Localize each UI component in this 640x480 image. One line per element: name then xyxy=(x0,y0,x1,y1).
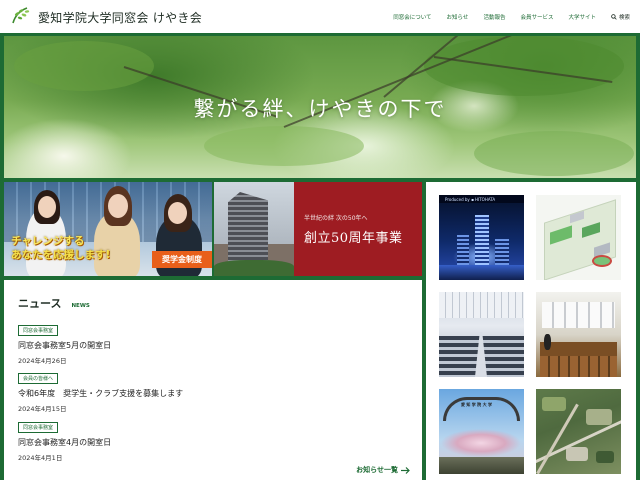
gallery-thumb-campus-map[interactable] xyxy=(536,195,621,280)
news-subtitle: NEWS xyxy=(71,303,90,309)
gallery-thumb-night-campus[interactable]: Produced by ▪ HITOHATA xyxy=(439,195,524,280)
news-category-tag[interactable]: 会員の皆様へ xyxy=(18,373,59,384)
keyaki-leaf-logo-icon[interactable] xyxy=(10,6,32,26)
nav-news[interactable]: お知らせ xyxy=(447,13,469,21)
news-item-title[interactable]: 同窓会事務室5月の開室日 xyxy=(18,340,111,351)
news-item: 会員の皆様へ 令和6年度 奨学生・クラブ支援を募集します 2024年4月15日 xyxy=(18,365,183,413)
news-list-link[interactable]: お知らせ一覧 xyxy=(356,465,410,475)
thumb-brand-text: Produced by ▪ HITOHATA xyxy=(445,197,496,202)
scholarship-headline: チャレンジする あなたを応援します! xyxy=(11,234,110,262)
search-label: 検索 xyxy=(618,15,630,21)
nav-member-services[interactable]: 会員サービス xyxy=(520,13,553,21)
gallery-thumb-university-gate[interactable]: 愛 知 学 院 大 学 xyxy=(439,389,524,474)
gallery-thumb-classroom[interactable] xyxy=(536,292,621,377)
site-header: 愛知学院大学同窓会 けやき会 同窓会について お知らせ 活動報告 会員サービス … xyxy=(0,0,640,33)
search-button[interactable]: 検索 xyxy=(611,13,630,21)
news-item-title[interactable]: 同窓会事務室4月の開室日 xyxy=(18,437,111,448)
hero-catchphrase: 繋がる絆、けやきの下で xyxy=(193,97,447,121)
search-icon xyxy=(611,14,617,20)
main-nav: 同窓会について お知らせ 活動報告 会員サービス 大学サイト 検索 xyxy=(378,13,630,21)
nav-activity[interactable]: 活動報告 xyxy=(483,13,505,21)
nav-about[interactable]: 同窓会について xyxy=(393,13,431,21)
scholarship-banner[interactable]: チャレンジする あなたを応援します! 奨学金制度 xyxy=(4,182,212,276)
news-category-tag[interactable]: 同窓会事務室 xyxy=(18,325,59,336)
scholarship-line-1: チャレンジする xyxy=(11,235,85,247)
news-item-date: 2024年4月26日 xyxy=(18,357,67,365)
gallery-thumb-lecture-hall[interactable] xyxy=(439,292,524,377)
gallery-thumb-aerial-view[interactable] xyxy=(536,389,621,474)
gate-sign-text: 愛 知 学 院 大 学 xyxy=(461,402,492,407)
news-section: ニュース NEWS 同窓会事務室 同窓会事務室5月の開室日 2024年4月26日… xyxy=(4,280,422,480)
anniversary-banner[interactable]: 半世紀の絆 次の50年へ 創立50周年事業 xyxy=(214,182,422,276)
anniversary-subtitle: 半世紀の絆 次の50年へ xyxy=(304,215,368,222)
site-title[interactable]: 愛知学院大学同窓会 けやき会 xyxy=(38,9,202,26)
scholarship-badge: 奨学金制度 xyxy=(152,251,212,268)
campus-building-photo xyxy=(214,182,294,276)
news-list-label: お知らせ一覧 xyxy=(356,466,398,474)
news-title: ニュース xyxy=(18,297,62,310)
hero-image: 繋がる絆、けやきの下で xyxy=(4,36,636,178)
scholarship-line-2: あなたを応援します! xyxy=(11,249,111,261)
news-item-date: 2024年4月1日 xyxy=(18,454,63,462)
anniversary-title: 創立50周年事業 xyxy=(304,231,403,246)
nav-university-site[interactable]: 大学サイト xyxy=(568,13,596,21)
arrow-right-icon xyxy=(401,466,410,474)
news-item: 同窓会事務室 同窓会事務室5月の開室日 2024年4月26日 xyxy=(18,317,111,365)
news-category-tag[interactable]: 同窓会事務室 xyxy=(18,422,59,433)
news-item-date: 2024年4月15日 xyxy=(18,405,67,413)
news-item: 同窓会事務室 同窓会事務室4月の開室日 2024年4月1日 xyxy=(18,414,111,462)
news-item-title[interactable]: 令和6年度 奨学生・クラブ支援を募集します xyxy=(18,388,183,399)
gallery-panel: Produced by ▪ HITOHATA 愛 知 学 院 大 学 xyxy=(426,182,636,480)
news-heading: ニュース NEWS xyxy=(18,295,90,311)
